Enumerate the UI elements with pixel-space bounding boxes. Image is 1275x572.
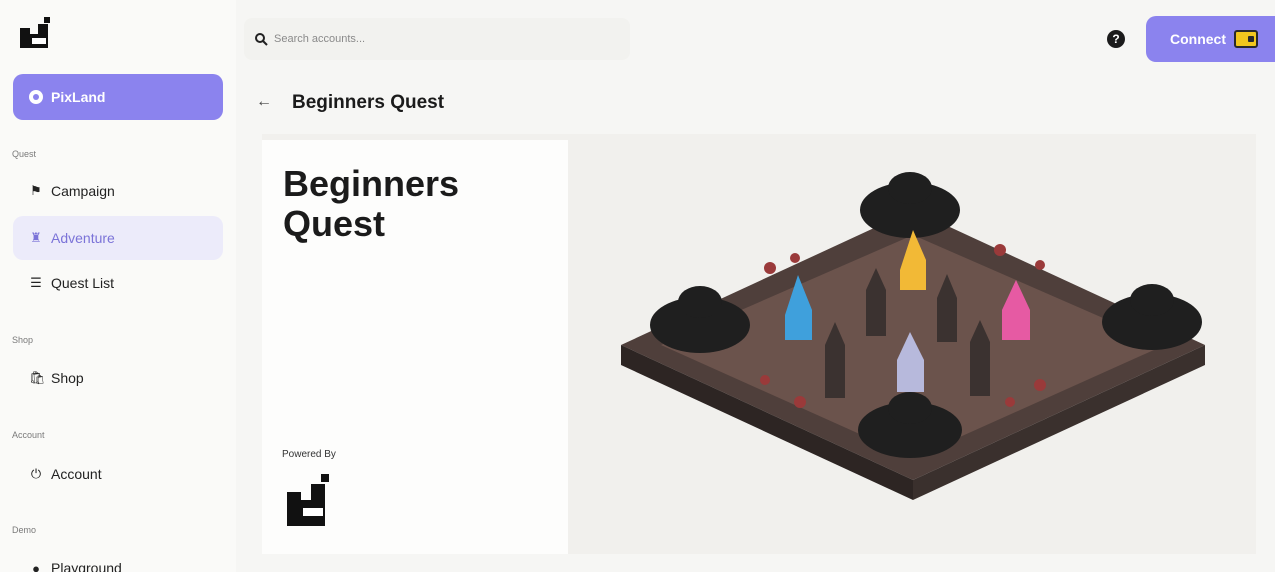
sidebar: PixLand Quest ⚑ Campaign ♜ Adventure ☰ Q… <box>0 0 236 572</box>
quest-title: Beginners Quest <box>283 163 460 244</box>
search-bar[interactable] <box>244 18 630 60</box>
wallet-icon <box>1234 30 1258 48</box>
nav-pixland-label: PixLand <box>51 89 106 105</box>
circle-icon: ● <box>32 560 40 572</box>
nav-playground-label: Playground <box>51 560 122 572</box>
list-icon: ☰ <box>30 275 42 290</box>
nav-quest-list-label: Quest List <box>51 275 115 291</box>
section-label-quest: Quest <box>12 149 37 159</box>
search-input[interactable] <box>274 33 614 45</box>
nav-campaign[interactable]: ⚑ Campaign <box>13 169 223 213</box>
adventure-icon: ♜ <box>30 230 42 245</box>
section-label-account: Account <box>12 430 45 440</box>
circle-icon <box>29 90 43 104</box>
quest-map-image <box>621 172 1205 500</box>
section-label-demo: Demo <box>12 525 37 535</box>
nav-shop-label: Shop <box>51 370 84 386</box>
section-label-shop: Shop <box>12 335 34 345</box>
nav-playground[interactable]: ● Playground <box>13 546 223 572</box>
bag-icon: 🛍 <box>29 370 46 385</box>
search-icon <box>255 33 268 46</box>
nav-account[interactable]: ⏻ Account <box>13 452 223 496</box>
powered-by-logo <box>287 474 329 526</box>
back-arrow-icon[interactable]: ← <box>256 93 272 111</box>
connect-button-label: Connect <box>1170 31 1226 47</box>
page-title: Beginners Quest <box>292 92 445 113</box>
nav-pixland[interactable]: PixLand <box>13 74 223 120</box>
nav-adventure[interactable]: ♜ Adventure <box>13 216 223 260</box>
help-icon[interactable]: ? <box>1107 30 1125 48</box>
nav-adventure-label: Adventure <box>51 230 115 246</box>
nav-account-label: Account <box>51 466 102 482</box>
app-logo[interactable] <box>16 14 56 54</box>
flag-icon: ⚑ <box>30 183 42 198</box>
connect-button[interactable]: Connect <box>1146 16 1275 62</box>
nav-shop[interactable]: 🛍 Shop <box>13 356 223 400</box>
powered-by-label: Powered By <box>282 449 336 460</box>
nav-campaign-label: Campaign <box>51 183 115 199</box>
nav-quest-list[interactable]: ☰ Quest List <box>13 261 223 305</box>
power-icon: ⏻ <box>30 466 42 481</box>
